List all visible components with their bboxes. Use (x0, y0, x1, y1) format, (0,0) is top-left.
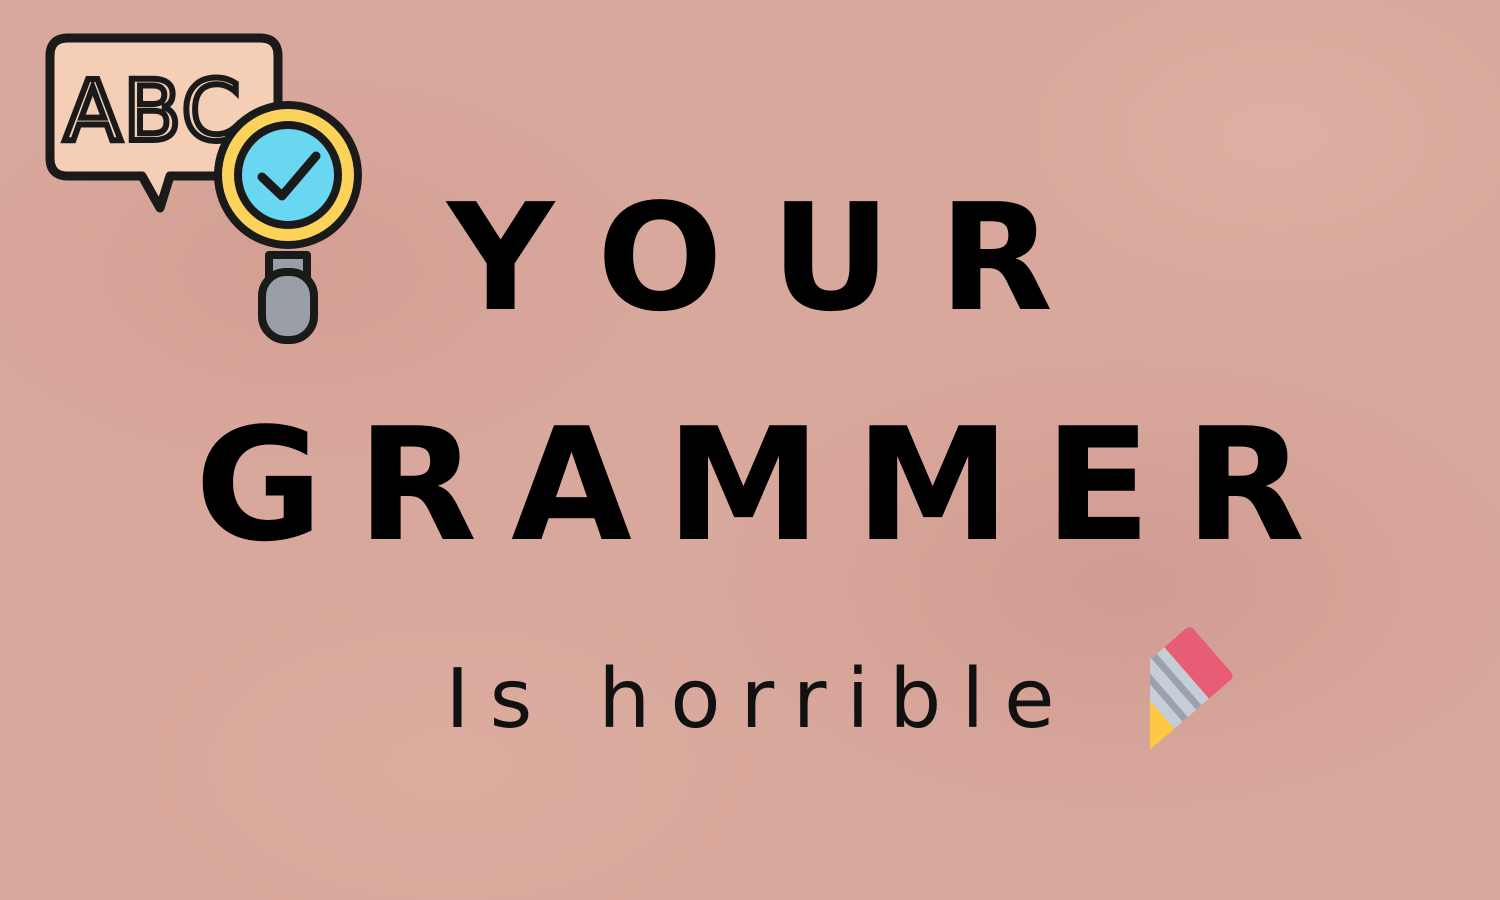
pencil-icon (981, 595, 1420, 865)
pencil-graphic (981, 627, 1233, 852)
abc-label: ABC (64, 62, 242, 160)
headline-line-your: YOUR (447, 172, 1101, 344)
headline-line-grammer: GRAMMER (194, 394, 1340, 576)
